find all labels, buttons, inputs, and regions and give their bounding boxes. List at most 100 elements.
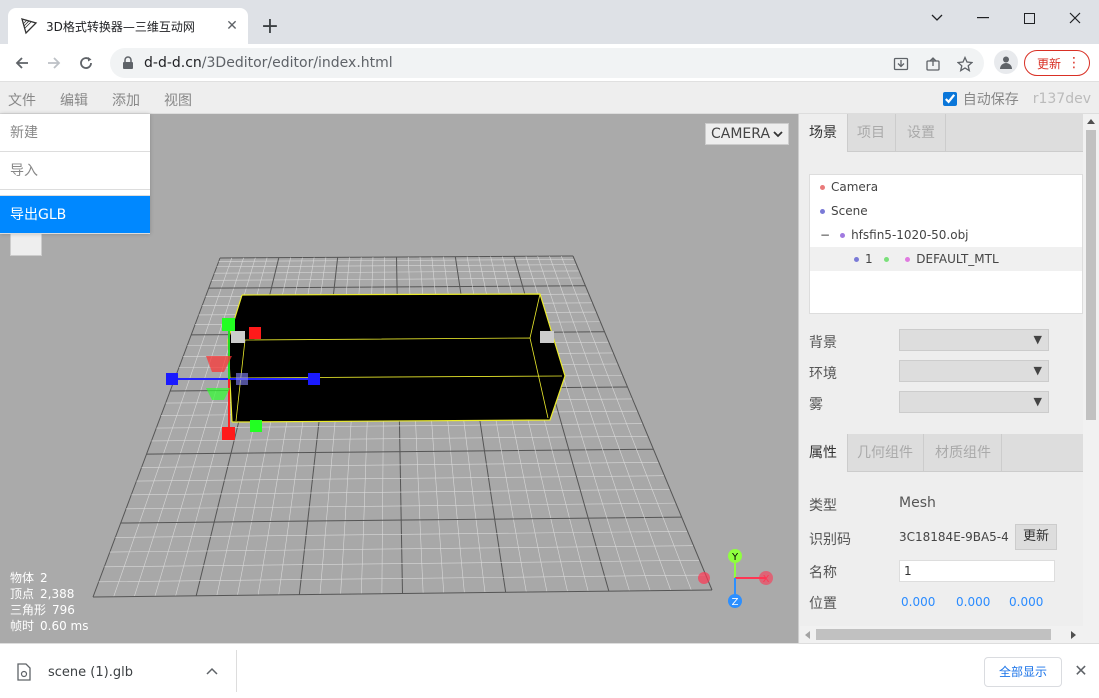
tab-material[interactable]: 材质组件 [925, 434, 1002, 472]
chevron-down-icon: ▼ [1033, 395, 1042, 408]
chevron-up-icon[interactable] [206, 667, 218, 675]
browser-toolbar: d-d-d.cn/3Deditor/editor/index.html 更新 ⋮ [0, 44, 1099, 82]
render-info: 物体 2 顶点 2,388 三角形 796 帧时 0.60 ms [10, 570, 89, 634]
camera-select[interactable]: CAMERA [705, 123, 789, 145]
autosave-checkbox[interactable] [942, 92, 957, 106]
position-label: 位置 [809, 596, 837, 612]
autosave-label: 自动保存 [962, 92, 1019, 108]
file-icon [17, 663, 31, 681]
info-frametime: 帧时 0.60 ms [10, 619, 89, 633]
back-button[interactable] [9, 51, 35, 75]
bookmark-star-icon[interactable] [956, 55, 974, 73]
address-bar[interactable]: d-d-d.cn/3Deditor/editor/index.html [110, 48, 984, 78]
type-label: 类型 [809, 498, 837, 514]
menu-view[interactable]: 视图 [164, 90, 192, 110]
info-vertices: 顶点 2,388 [10, 587, 75, 601]
maximize-button[interactable] [1006, 6, 1052, 30]
menu-file[interactable]: 文件 [8, 90, 36, 110]
show-all-downloads-button[interactable]: 全部显示 [984, 657, 1062, 687]
close-download-shelf-icon[interactable]: ✕ [1072, 662, 1090, 680]
browser-update-button[interactable]: 更新 ⋮ [1024, 50, 1090, 76]
collapse-toggle-icon[interactable]: − [820, 228, 830, 242]
tab-close-icon[interactable]: ✕ [222, 16, 242, 36]
download-item[interactable]: scene (1).glb [16, 658, 236, 686]
axis-x-label: X [763, 574, 770, 585]
uuid-input[interactable]: 3C18184E-9BA5-4 [899, 524, 1009, 550]
outliner-item-mesh[interactable]: 1 DEFAULT_MTL [810, 247, 1082, 271]
position-y[interactable]: 0.000 [956, 595, 990, 609]
autosave-toggle: 自动保存 r137dev [942, 89, 1091, 109]
outliner-item-camera[interactable]: Camera [810, 175, 1082, 199]
gizmo-handle-grey-right[interactable] [540, 331, 554, 343]
scene-outliner[interactable]: Camera Scene − hfsfin5-1020-50.obj 1 DEFA… [809, 174, 1083, 314]
reload-button[interactable] [73, 51, 99, 75]
uuid-label: 识别码 [809, 532, 851, 548]
sidebar-panel: 场景 项目 设置 Camera Scene − hfsfin5-1020-50.o… [798, 114, 1099, 643]
menu-new[interactable]: 新建 [0, 114, 150, 152]
profile-avatar[interactable] [994, 50, 1018, 74]
position-x[interactable]: 0.000 [901, 595, 935, 609]
scroll-right-icon [1071, 631, 1076, 639]
horizontal-scroll-thumb[interactable] [816, 629, 1051, 640]
tab-settings[interactable]: 设置 [897, 114, 946, 152]
update-label: 更新 [1037, 56, 1062, 71]
browser-titlebar: 3D格式转换器—三维互动网 ✕ + [0, 0, 1099, 44]
sidebar-vertical-scrollbar[interactable] [1083, 114, 1099, 643]
position-z[interactable]: 0.000 [1009, 595, 1043, 609]
lock-icon [123, 56, 133, 69]
selected-mesh[interactable] [227, 293, 566, 423]
sidebar-top-tabs: 场景 项目 设置 [799, 114, 1084, 152]
editor-menubar: 文件 编辑 添加 视图 自动保存 r137dev [0, 82, 1099, 114]
chevron-down-icon: ▼ [1033, 364, 1042, 377]
type-value: Mesh [899, 495, 936, 511]
tab-search-icon[interactable] [914, 6, 960, 30]
chevron-down-icon [773, 131, 783, 138]
more-menu-icon[interactable]: ⋮ [1067, 54, 1081, 72]
outliner-item-scene[interactable]: Scene [810, 199, 1082, 223]
url-text: d-d-d.cn/3Deditor/editor/index.html [144, 55, 393, 71]
camera-select-value: CAMERA [711, 126, 771, 142]
scroll-left-icon [805, 631, 810, 639]
name-label: 名称 [809, 565, 837, 581]
info-objects: 物体 2 [10, 571, 48, 585]
sidebar-horizontal-scrollbar[interactable] [800, 626, 1083, 643]
tab-scene[interactable]: 场景 [799, 114, 848, 152]
download-shelf: scene (1).glb 全部显示 ✕ [0, 643, 1099, 698]
fog-label: 雾 [809, 397, 823, 413]
fog-select[interactable]: ▼ [899, 391, 1049, 413]
axis-y-label: Y [731, 552, 739, 563]
menu-export-glb[interactable]: 导出GLB [0, 196, 150, 234]
new-tab-button[interactable]: + [258, 16, 282, 40]
menu-import[interactable]: 导入 [0, 152, 150, 190]
threejs-logo-icon [21, 18, 38, 35]
version-label: r137dev [1032, 91, 1091, 107]
browser-tab[interactable]: 3D格式转换器—三维互动网 ✕ [8, 8, 248, 44]
gizmo-handle-grey-left[interactable] [231, 331, 245, 343]
file-menu-dropdown: 新建 导入 导出GLB [0, 114, 150, 234]
environment-select[interactable]: ▼ [899, 360, 1049, 382]
minimize-button[interactable] [960, 6, 1006, 30]
install-app-icon[interactable] [892, 55, 910, 73]
menu-add[interactable]: 添加 [112, 90, 140, 110]
tab-project[interactable]: 项目 [847, 114, 896, 152]
tab-title: 3D格式转换器—三维互动网 [46, 19, 195, 34]
uuid-renew-button[interactable]: 更新 [1015, 524, 1057, 550]
sidebar-property-tabs: 属性 几何组件 材质组件 [799, 434, 1084, 472]
chevron-down-icon: ▼ [1033, 333, 1042, 346]
share-icon[interactable] [924, 55, 942, 73]
name-input[interactable]: 1 [899, 560, 1055, 582]
axis-z-label: Z [732, 597, 739, 608]
tab-object[interactable]: 属性 [799, 434, 848, 472]
environment-label: 环境 [809, 366, 837, 382]
outliner-item-obj[interactable]: − hfsfin5-1020-50.obj [810, 223, 1082, 247]
vertical-scroll-thumb[interactable] [1086, 130, 1096, 420]
background-select[interactable]: ▼ [899, 329, 1049, 351]
view-axis-helper[interactable]: Y X Z [698, 549, 773, 608]
background-label: 背景 [809, 335, 837, 351]
menu-edit[interactable]: 编辑 [60, 90, 88, 110]
scroll-up-icon [1087, 119, 1095, 124]
tab-geometry[interactable]: 几何组件 [847, 434, 924, 472]
info-triangles: 三角形 796 [10, 603, 75, 617]
forward-button[interactable] [41, 51, 67, 75]
close-window-button[interactable] [1052, 6, 1098, 30]
